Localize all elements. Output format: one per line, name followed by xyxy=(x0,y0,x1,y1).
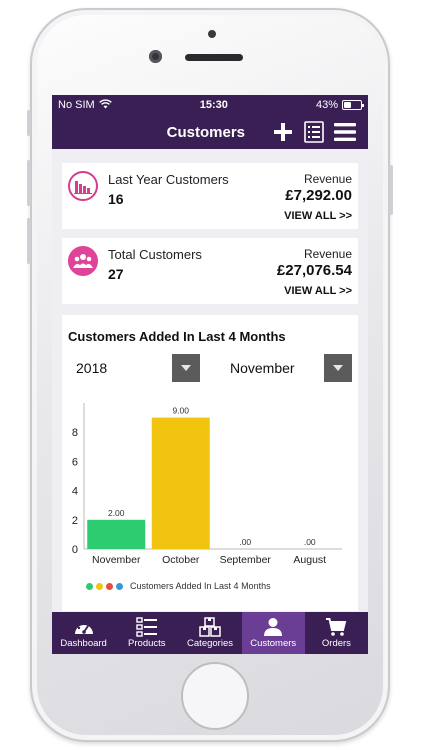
x-tick-label: October xyxy=(162,554,200,566)
app-screen: No SIM 15:30 43% Customers Last Year Cus… xyxy=(52,95,368,654)
boxes-icon xyxy=(199,617,221,637)
carrier-label: No SIM xyxy=(58,99,95,111)
view-all-link[interactable]: VIEW ALL >> xyxy=(284,285,352,297)
battery-level xyxy=(343,102,351,108)
view-all-link[interactable]: VIEW ALL >> xyxy=(284,210,352,222)
legend-swatch xyxy=(86,582,93,590)
battery-icon xyxy=(341,100,364,110)
data-label: .00 xyxy=(304,537,316,547)
revenue-label: Revenue xyxy=(303,172,352,186)
month-select-value: November xyxy=(230,360,295,376)
power-button xyxy=(389,165,393,215)
clock: 15:30 xyxy=(199,99,228,111)
mute-switch xyxy=(27,110,31,136)
legend-swatch xyxy=(106,582,113,590)
page-title: Customers xyxy=(166,123,245,141)
year-select[interactable]: 2018 xyxy=(68,353,200,383)
card-count: 27 xyxy=(108,266,124,282)
data-label: 2.00 xyxy=(108,508,125,518)
card-label: Last Year Customers xyxy=(108,172,229,187)
legend-swatch xyxy=(96,582,103,590)
card-count: 16 xyxy=(108,191,124,207)
tab-categories[interactable]: Categories xyxy=(178,612,241,654)
menu-icon[interactable] xyxy=(334,121,356,143)
chart-legend: Customers Added In Last 4 Months xyxy=(86,581,271,591)
bar xyxy=(151,417,210,549)
month-select[interactable]: November xyxy=(222,353,352,383)
dashboard-gauge-icon xyxy=(73,617,95,637)
y-tick-label: 8 xyxy=(72,427,78,439)
chart-title: Customers Added In Last 4 Months xyxy=(68,329,286,344)
chevron-down-icon[interactable] xyxy=(324,354,352,382)
year-select-value: 2018 xyxy=(76,360,108,376)
volume-down-button xyxy=(27,218,31,264)
bar-chart: 0 2 4 6 8 2.00 November 9.00 October .00 September… xyxy=(72,403,342,566)
y-tick-label: 4 xyxy=(72,486,78,498)
data-label: 9.00 xyxy=(172,406,189,416)
people-icon xyxy=(68,246,98,276)
bar-chart-icon xyxy=(68,171,98,201)
status-bar: No SIM 15:30 43% xyxy=(52,95,368,115)
tab-label: Orders xyxy=(321,638,351,649)
list-icon[interactable] xyxy=(303,121,325,143)
legend-label: Customers Added In Last 4 Months xyxy=(130,581,271,591)
tab-label: Dashboard xyxy=(60,638,107,649)
battery-percent: 43% xyxy=(315,99,338,111)
revenue-label: Revenue xyxy=(303,247,352,261)
bar xyxy=(87,519,146,549)
x-tick-label: September xyxy=(220,554,272,566)
x-tick-label: November xyxy=(92,554,141,566)
product-list-icon xyxy=(136,617,158,637)
tab-products[interactable]: Products xyxy=(115,612,178,654)
proximity-sensor xyxy=(208,30,216,38)
tab-label: Products xyxy=(128,638,166,649)
y-tick-label: 0 xyxy=(72,544,78,556)
card-label: Total Customers xyxy=(108,247,202,262)
y-tick-label: 6 xyxy=(72,456,78,468)
y-tick-label: 2 xyxy=(72,515,78,527)
revenue-value: £27,076.54 xyxy=(276,262,352,279)
tab-bar: Dashboard Products Categories Customers … xyxy=(52,612,368,654)
nav-bar: Customers xyxy=(52,115,368,149)
tab-orders[interactable]: Orders xyxy=(305,612,368,654)
customers-chart-card: Customers Added In Last 4 Months 2018 No… xyxy=(62,315,358,611)
last-year-customers-card: Last Year Customers 16 Revenue £7,292.00… xyxy=(62,163,358,229)
front-camera xyxy=(149,50,162,63)
tab-label: Customers xyxy=(250,638,297,649)
cart-icon xyxy=(325,617,347,637)
x-tick-label: August xyxy=(293,554,326,566)
chevron-down-icon[interactable] xyxy=(172,354,200,382)
tab-customers[interactable]: Customers xyxy=(241,612,305,654)
legend-swatch xyxy=(116,582,123,590)
data-label: .00 xyxy=(239,537,251,547)
revenue-value: £7,292.00 xyxy=(285,187,352,204)
tab-label: Categories xyxy=(187,638,233,649)
customer-icon xyxy=(263,617,283,637)
volume-up-button xyxy=(27,160,31,206)
plus-icon[interactable] xyxy=(272,121,294,143)
wifi-icon xyxy=(98,98,112,112)
earpiece xyxy=(185,54,243,61)
home-button[interactable] xyxy=(181,662,249,730)
total-customers-card: Total Customers 27 Revenue £27,076.54 VI… xyxy=(62,238,358,304)
tab-dashboard[interactable]: Dashboard xyxy=(52,612,115,654)
